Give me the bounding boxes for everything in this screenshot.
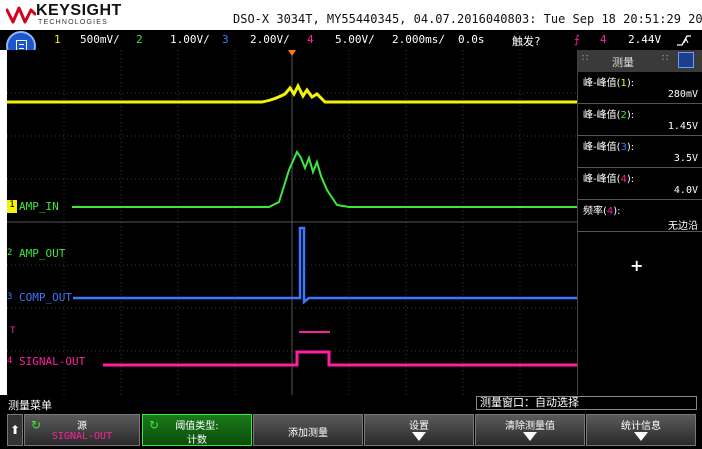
source-value: SIGNAL-OUT (51, 431, 113, 442)
measurement-source: 4 (606, 206, 614, 217)
drag-handle-icon[interactable]: ∷ (582, 53, 588, 64)
label-amp-out: AMP_OUT (19, 247, 66, 260)
softkey-menu-title: 测量菜单 (8, 399, 52, 412)
measurement-value: 无边沿 (668, 221, 698, 232)
measurement-panel: ∷ 测量 ∷ 峰-峰值(1): 280mV 峰-峰值(2): 1.45V 峰-峰… (577, 50, 702, 395)
trace-layer (7, 82, 577, 367)
ch3-number[interactable]: 3 (222, 33, 229, 46)
ch2-scale[interactable]: 1.00V/ (170, 33, 210, 46)
measurement-label: 峰-峰值 (583, 78, 617, 89)
statistics-label: 统计信息 (621, 421, 661, 432)
label-signal-out: SIGNAL-OUT (19, 355, 86, 368)
measurement-item[interactable]: 峰-峰值(3): 3.5V (578, 136, 702, 168)
source-softkey[interactable]: ↻ 源 SIGNAL-OUT (24, 414, 140, 446)
add-measurement-softkey[interactable]: 添加测量 (253, 414, 363, 446)
trigger-level-marker[interactable]: T (10, 326, 15, 336)
measurement-window-status: 测量窗口：自动选择 (476, 396, 697, 410)
waveform-display[interactable]: 1 AMP_IN 2 AMP_OUT 3 COMP_OUT T 4 SIGNAL… (7, 50, 577, 395)
settings-softkey[interactable]: 设置 (364, 414, 474, 446)
add-measurement-icon[interactable]: + (630, 256, 643, 275)
trigger-source[interactable]: 4 (600, 33, 607, 46)
threshold-label: 阈值类型: (175, 421, 219, 432)
measurement-label: 峰-峰值 (583, 110, 617, 121)
time-delay[interactable]: 0.0s (458, 33, 485, 46)
statistics-softkey[interactable]: 统计信息 (586, 414, 696, 446)
measurement-source: 2 (620, 110, 627, 121)
trigger-level[interactable]: 2.44V (628, 33, 661, 46)
label-amp-in: AMP_IN (19, 200, 59, 213)
ch2-ground-marker[interactable]: 1 (7, 200, 17, 213)
threshold-value: 计数 (187, 435, 207, 446)
ch3-marker[interactable]: 3 (7, 292, 12, 302)
drag-handle-icon[interactable]: ∷ (662, 53, 668, 64)
measurement-value: 280mV (667, 89, 698, 100)
keysight-logo-icon (6, 6, 36, 24)
trigger-state: 触发? (512, 35, 541, 48)
brand-subtitle: TECHNOLOGIES (38, 19, 109, 26)
measurement-label: 峰-峰值 (583, 174, 617, 185)
trigger-slope-icon[interactable] (676, 33, 692, 47)
ch4-scale[interactable]: 5.00V/ (335, 33, 375, 46)
up-arrow-icon: ⬆ (10, 423, 21, 437)
measurement-item[interactable]: 峰-峰值(2): 1.45V (578, 104, 702, 136)
ch3-scale[interactable]: 2.00V/ (250, 33, 290, 46)
channel-settings-bar: 1 500mV/ 2 1.00V/ 3 2.00V/ 4 5.00V/ 2.00… (0, 30, 702, 50)
ch4-number[interactable]: 4 (307, 33, 314, 46)
add-measurement-label: 添加测量 (288, 428, 328, 439)
measurement-source: 1 (620, 78, 627, 89)
ch1-scale[interactable]: 500mV/ (80, 33, 120, 46)
source-label: 源 (77, 421, 87, 432)
instrument-info: DSO-X 3034T, MY55440345, 04.07.201604080… (233, 12, 702, 26)
ch2-number[interactable]: 2 (136, 33, 143, 46)
ch2-marker[interactable]: 2 (7, 248, 12, 258)
measurement-panel-title: 测量 (612, 56, 634, 69)
threshold-type-softkey[interactable]: ↻ 阈值类型: 计数 (142, 414, 252, 446)
ch4-marker[interactable]: 4 (7, 356, 12, 366)
measurement-item[interactable]: 频率(4): 无边沿 (578, 200, 702, 232)
measurement-value: 1.45V (667, 121, 698, 132)
measurement-item[interactable]: 峰-峰值(4): 4.0V (578, 168, 702, 200)
trigger-edge-icon: ⨍ (574, 33, 580, 46)
down-arrow-icon (523, 432, 537, 441)
timebase-scale[interactable]: 2.000ms/ (392, 33, 445, 46)
label-comp-out: COMP_OUT (19, 291, 72, 304)
measurement-source: 3 (620, 142, 627, 153)
down-arrow-icon (634, 432, 648, 441)
clear-measurements-softkey[interactable]: 清除测量值 (475, 414, 585, 446)
ch1-trace (7, 82, 577, 104)
measurement-label: 峰-峰值 (583, 142, 617, 153)
measurement-item[interactable]: 峰-峰值(1): 280mV (578, 72, 702, 104)
brand-name: KEYSIGHT (36, 2, 122, 19)
measurement-label: 频率 (583, 206, 603, 217)
clear-measurements-label: 清除测量值 (505, 421, 555, 432)
ch1-number[interactable]: 1 (54, 33, 61, 46)
measurement-value: 4.0V (673, 185, 698, 196)
ch3-trace (73, 226, 577, 305)
panel-menu-icon[interactable] (678, 52, 694, 68)
ch2-trace (72, 149, 577, 208)
measurement-value: 3.5V (673, 153, 698, 164)
settings-label: 设置 (409, 421, 429, 432)
down-arrow-icon (412, 432, 426, 441)
ch4-trace (103, 350, 577, 367)
measurement-panel-header: ∷ 测量 ∷ (578, 50, 702, 72)
back-button[interactable]: ⬆ (7, 414, 23, 446)
measurement-source: 4 (620, 174, 627, 185)
